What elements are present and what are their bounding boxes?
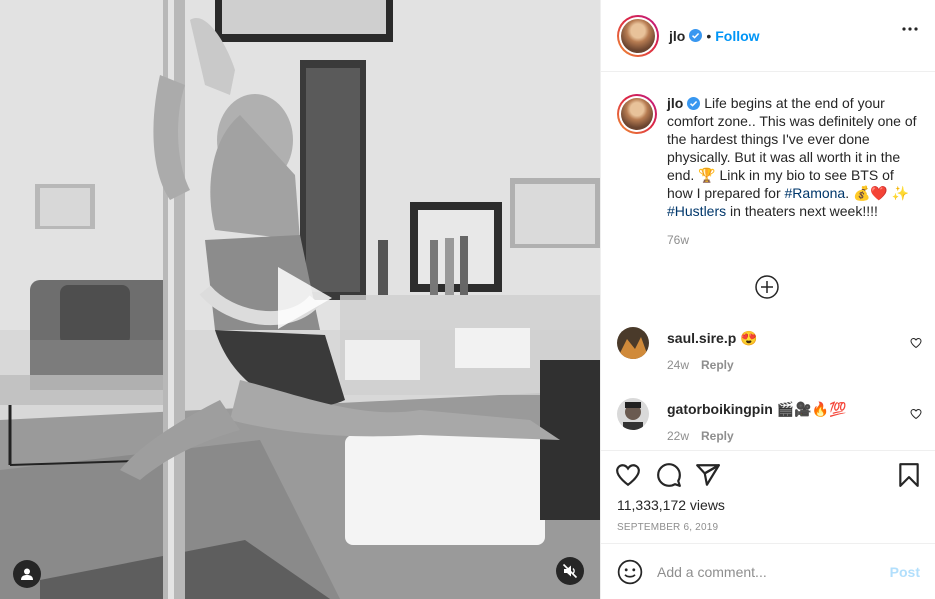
play-button[interactable] [270, 265, 336, 331]
post-date[interactable]: SEPTEMBER 6, 2019 [617, 522, 718, 533]
comment-meta: 22w Reply [667, 429, 734, 443]
comment-body: 😍 [736, 330, 758, 346]
comment-input[interactable] [657, 563, 882, 580]
emoji-icon[interactable] [617, 559, 643, 585]
author-avatar[interactable] [617, 14, 659, 57]
mute-toggle-button[interactable] [556, 557, 584, 585]
reply-button[interactable]: Reply [701, 358, 734, 372]
muted-speaker-icon [562, 563, 578, 579]
hashtag-ramona[interactable]: #Ramona [785, 185, 846, 201]
post-video[interactable] [0, 0, 600, 599]
caption-text: jlo Life begins at the end of your comfo… [667, 94, 917, 249]
comment-username[interactable]: saul.sire.p [667, 330, 736, 346]
play-icon [278, 267, 332, 329]
bookmark-icon[interactable] [896, 462, 922, 488]
caption-avatar[interactable] [617, 94, 657, 134]
author-avatar-image [621, 18, 655, 53]
caption-avatar-image [621, 98, 653, 130]
comment-age[interactable]: 24w [667, 358, 689, 372]
load-more-comments-icon[interactable] [755, 275, 779, 299]
header-separator: • [706, 27, 712, 44]
caption-username[interactable]: jlo [667, 95, 683, 111]
post-comment-button[interactable]: Post [890, 564, 920, 580]
post-caption: jlo Life begins at the end of your comfo… [601, 72, 935, 249]
caption-body-part2: . 💰❤️ ✨ [845, 185, 910, 201]
tagged-users-button[interactable] [13, 560, 41, 588]
comment-body: 🎬🎥🔥💯 [772, 401, 847, 417]
add-comment-bar: Post [601, 543, 935, 599]
hashtag-hustlers[interactable]: #Hustlers [667, 203, 726, 219]
post-side-panel: jlo • Follow jlo Life begins at the end … [600, 0, 935, 599]
heart-icon[interactable] [615, 462, 641, 488]
comments-list[interactable]: jlo Life begins at the end of your comfo… [601, 72, 935, 450]
post-header: jlo • Follow [601, 0, 935, 72]
comment-age[interactable]: 22w [667, 429, 689, 443]
commenter-avatar-image [617, 398, 649, 430]
commenter-avatar[interactable] [617, 327, 649, 359]
comment-username[interactable]: gatorboikingpin [667, 401, 773, 417]
post-actions: 11,333,172 views SEPTEMBER 6, 2019 [601, 450, 935, 543]
follow-button[interactable]: Follow [715, 28, 759, 44]
commenter-avatar-image [617, 327, 649, 359]
user-tag-icon [21, 568, 33, 580]
reply-button[interactable]: Reply [701, 429, 734, 443]
more-options-icon[interactable] [902, 27, 918, 31]
comment-icon[interactable] [656, 462, 682, 488]
instagram-post: jlo • Follow jlo Life begins at the end … [0, 0, 935, 599]
comment-text: saul.sire.p 😍 [667, 330, 758, 347]
caption-body-part3: in theaters next week!!!! [726, 203, 878, 219]
verified-badge-icon [689, 29, 703, 42]
view-count[interactable]: 11,333,172 views [617, 497, 725, 513]
verified-badge-icon [687, 97, 701, 110]
comment-text: gatorboikingpin 🎬🎥🔥💯 [667, 401, 846, 418]
author-username[interactable]: jlo [669, 28, 685, 44]
comment-like-heart-icon[interactable] [910, 408, 922, 420]
caption-age[interactable]: 76w [667, 231, 917, 249]
share-icon[interactable] [695, 462, 721, 488]
commenter-avatar[interactable] [617, 398, 649, 430]
comment-meta: 24w Reply [667, 358, 734, 372]
comment-like-heart-icon[interactable] [910, 337, 922, 349]
